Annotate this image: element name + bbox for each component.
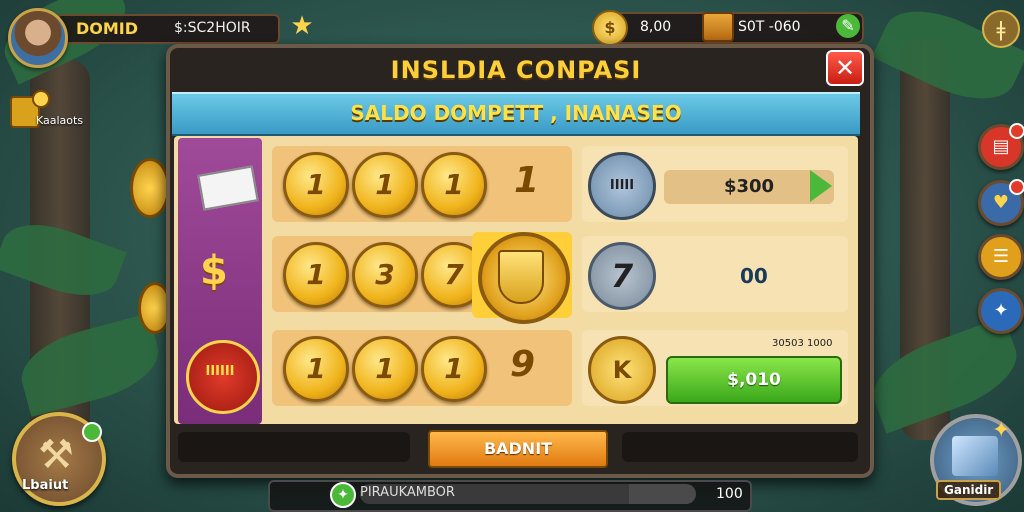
buy-button[interactable]: $,010 — [666, 356, 842, 404]
chest-icon — [702, 12, 734, 42]
sparkle-icon: ✦ — [992, 418, 1011, 443]
coins-value: 8,00 — [640, 19, 672, 35]
category-dollar-icon[interactable]: $ — [200, 248, 228, 294]
top-bar: DOMID $:SC2HOIR ★ $ 8,00 S0T -060 ✎ ǂ — [0, 0, 1024, 68]
star-icon[interactable]: ★ — [288, 12, 316, 40]
badnit-button[interactable]: BADNIT — [428, 430, 608, 468]
footer-slot — [622, 432, 858, 462]
gems-value: S0T -060 — [738, 19, 801, 35]
scroll-button[interactable]: ☰ — [978, 234, 1024, 280]
side-coin-icon — [130, 158, 170, 218]
shield-icon — [498, 250, 544, 304]
close-button[interactable]: ✕ — [826, 50, 864, 86]
gold-token-icon: K — [588, 336, 656, 404]
coin-icon: 1 — [421, 336, 487, 402]
coin-icon: 1 — [352, 336, 418, 402]
notification-dot — [82, 422, 102, 442]
coin-icon: 3 — [352, 242, 418, 308]
shield-button[interactable]: ♥ — [978, 179, 1024, 226]
ganidir-label: Ganidir — [936, 480, 1002, 500]
gray-token-icon: 7 — [588, 242, 656, 310]
modal-banner-text: SALDO DOMPETT , INANASEO — [350, 101, 682, 125]
bolt-icon — [32, 90, 50, 108]
offer-price: $300 — [723, 176, 775, 197]
coin-icon: 1 — [421, 152, 487, 218]
silver-token-icon: IIIII — [588, 152, 656, 220]
menu-icon[interactable]: ǂ — [982, 10, 1020, 48]
coin-icon: $ — [592, 10, 628, 46]
quest-label: Kaalaots — [36, 114, 84, 127]
pickaxe-icon: ⚒ — [38, 432, 74, 478]
compass-icon: ✦ — [993, 300, 1009, 321]
coin-icon: 1 — [283, 242, 349, 308]
inbox-button[interactable]: ▤ — [978, 123, 1024, 170]
scroll-icon: ☰ — [992, 246, 1010, 267]
footer-slot — [178, 432, 410, 462]
leaf-icon[interactable]: ✦ — [330, 482, 356, 508]
status-count: 100 — [716, 486, 743, 502]
player-name: DOMID — [76, 19, 139, 38]
coin-icon: 1 — [352, 152, 418, 218]
player-name-bar: DOMID $:SC2HOIR — [56, 14, 280, 44]
offer-value: 00 — [740, 264, 768, 288]
category-seal-label: IIIIII — [205, 364, 235, 379]
row-trailing-number: 1 — [514, 160, 540, 201]
offer-small-label: 30503 1000 — [772, 338, 833, 349]
resource-bar: $ 8,00 S0T -060 ✎ — [592, 10, 864, 46]
coin-icon: 1 — [283, 336, 349, 402]
map-button[interactable]: ✦ — [978, 288, 1024, 334]
coin-icon: 1 — [283, 152, 349, 218]
status-text: PIRAUKAMBOR — [360, 485, 455, 500]
close-icon: ✕ — [834, 54, 856, 82]
arrow-right-icon[interactable] — [810, 170, 832, 202]
modal-title: INSLDIA CONPASI — [390, 56, 642, 84]
lbaiut-label: Lbaiut — [22, 478, 69, 493]
player-money: $:SC2HOIR — [174, 20, 251, 36]
plus-icon[interactable]: ✎ — [836, 14, 860, 38]
player-avatar[interactable] — [8, 8, 68, 68]
notification-dot — [1009, 123, 1024, 139]
notification-dot — [1009, 179, 1024, 195]
row-trailing-number: 9 — [510, 344, 536, 385]
